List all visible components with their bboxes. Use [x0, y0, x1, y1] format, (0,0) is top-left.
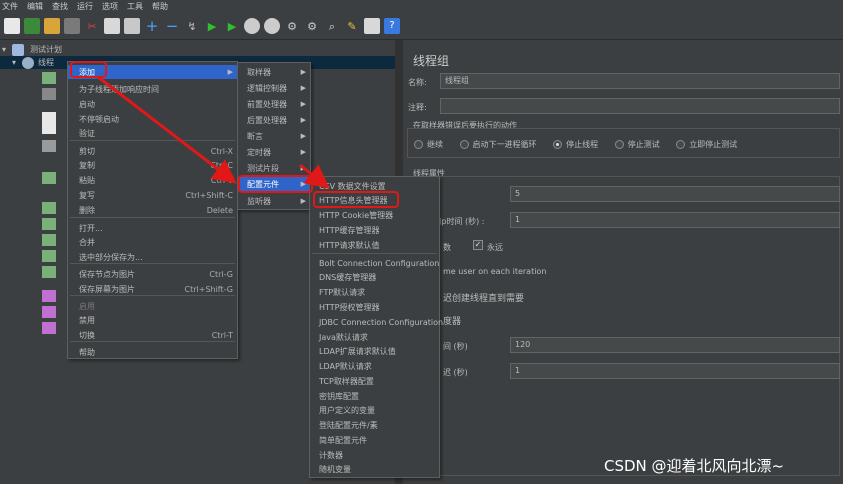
arrow-to-header-manager — [299, 163, 330, 189]
watermark: CSDN @迎着北风向北漂~ — [604, 457, 785, 475]
annotation-arrows — [97, 75, 330, 189]
arrow-to-config — [97, 75, 237, 184]
